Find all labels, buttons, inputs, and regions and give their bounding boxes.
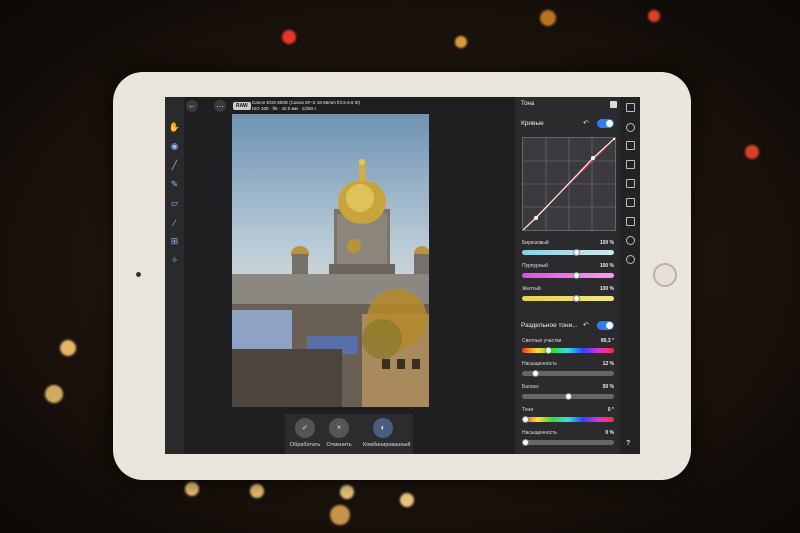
bokeh-light (330, 505, 350, 525)
slider-knob[interactable] (573, 295, 580, 302)
shadows-label: Тени (522, 407, 534, 413)
bokeh-light (60, 340, 76, 356)
back-button[interactable]: ← (186, 100, 198, 112)
image-icon[interactable] (626, 179, 635, 188)
eraser-icon[interactable]: ▱ (168, 197, 181, 210)
cyan-label: Бирюзовый (522, 240, 549, 246)
highlights-saturation-value: 12 % (602, 361, 614, 367)
tool-strip: ✋ ◉ ╱ ✎ ▱ ⁄ ⊞ ✧ (165, 97, 184, 454)
slider-knob[interactable] (573, 249, 580, 256)
magenta-slider[interactable] (522, 272, 614, 279)
curves-toggle[interactable] (597, 119, 614, 128)
slider-knob[interactable] (522, 439, 529, 446)
crop-square-icon[interactable] (626, 141, 635, 150)
cancel-label: Отменить (326, 442, 352, 448)
bokeh-light (185, 482, 199, 496)
grid-icon[interactable] (626, 160, 635, 169)
slider-knob[interactable] (532, 370, 540, 377)
shadows-saturation-value: 0 % (605, 430, 614, 436)
cathedral-photo (232, 114, 429, 407)
undo-icon[interactable]: ↶ (583, 119, 589, 127)
cancel-button[interactable]: × Отменить (319, 418, 359, 448)
bokeh-light (745, 145, 759, 159)
bokeh-light (455, 36, 467, 48)
camera-info-line2: ISO 100 · f/5 · 42.0 мм · 1/250 с (252, 106, 317, 111)
dropper-icon[interactable]: ⁄ (168, 216, 181, 229)
eye-icon[interactable]: ◉ (168, 140, 181, 153)
more-button[interactable]: … (214, 100, 226, 112)
highlights-saturation-label: Насыщенность (522, 361, 558, 367)
yellow-label: Желтый (522, 286, 541, 292)
balance-slider[interactable] (522, 393, 614, 400)
slider-knob[interactable] (573, 272, 580, 279)
top-bar: ← … RAW Canon EOS 600D (Canon EF-S 18-55… (184, 97, 514, 115)
photo-icon[interactable] (626, 198, 635, 207)
shadows-saturation-label: Насыщенность (522, 430, 558, 436)
app-screen: ✋ ◉ ╱ ✎ ▱ ⁄ ⊞ ✧ ← … RAW Canon EOS 600D (… (165, 97, 640, 454)
help-icon[interactable]: ? (626, 440, 630, 447)
bokeh-light (340, 485, 354, 499)
slider-knob[interactable] (544, 347, 552, 354)
curves-label: Кривые (521, 120, 544, 127)
blend-mode-button[interactable]: ◐ Комбинированный (363, 418, 411, 448)
highlights-saturation-slider[interactable] (522, 370, 614, 377)
split-toning-toggle[interactable] (597, 321, 614, 330)
bokeh-light (250, 484, 264, 498)
blend-mode-label: Комбинированный (363, 442, 411, 448)
hand-icon[interactable]: ✋ (168, 121, 181, 134)
slider-knob[interactable] (522, 416, 529, 423)
shadows-hue-slider[interactable] (522, 416, 614, 423)
magenta-label: Пурпурный (522, 263, 548, 269)
bokeh-light (400, 493, 414, 507)
camera-info: Canon EOS 600D (Canon EF-S 18-55mm f/3.5… (252, 100, 360, 112)
yellow-value: 100 % (599, 286, 614, 292)
panel-title: Тона (521, 101, 535, 107)
tones-panel: Тона Кривые ↶ Бирюзовый 100 % Пурпурный … (515, 97, 620, 454)
close-icon: × (329, 418, 349, 438)
highlights-label: Светлые участки (522, 338, 562, 344)
yellow-slider[interactable] (522, 295, 614, 302)
home-button[interactable] (653, 263, 677, 287)
curve-plot (522, 136, 617, 231)
highlights-value: 89,3 ° (600, 338, 614, 344)
studio-icon-strip: ? (620, 97, 640, 454)
balance-label: Баланс (522, 384, 540, 390)
shadows-value: 0 ° (607, 407, 614, 413)
cyan-value: 100 % (599, 240, 614, 246)
highlights-hue-slider[interactable] (522, 347, 614, 354)
sparkle-icon[interactable] (626, 236, 635, 245)
wand-icon[interactable]: ✧ (168, 254, 181, 267)
bokeh-light (540, 10, 556, 26)
shadows-saturation-slider[interactable] (522, 439, 614, 446)
more-icon: … (216, 100, 224, 109)
slider-knob[interactable] (564, 393, 572, 400)
cyan-slider[interactable] (522, 249, 614, 256)
bokeh-light (282, 30, 296, 44)
bottom-action-bar: ✓ Обработать × Отменить ◐ Комбинированны… (285, 414, 413, 454)
curves-graph[interactable] (522, 136, 617, 231)
blend-icon: ◐ (373, 418, 393, 438)
history-icon[interactable] (626, 255, 635, 264)
bokeh-light (45, 385, 63, 403)
photo-canvas[interactable] (232, 114, 429, 407)
raw-badge: RAW (233, 102, 251, 110)
balance-value: 50 % (602, 384, 614, 390)
arrow-left-icon: ← (188, 101, 196, 110)
split-toning-label: Раздельное тони... (521, 322, 578, 329)
bokeh-light (648, 10, 660, 22)
layers-icon[interactable] (626, 217, 635, 226)
panel-expand-icon[interactable] (626, 103, 635, 112)
crop-icon[interactable]: ⊞ (168, 235, 181, 248)
brush-mode-icon[interactable] (610, 101, 617, 108)
check-icon: ✓ (295, 418, 315, 438)
undo-icon[interactable]: ↶ (583, 321, 589, 329)
front-camera (136, 272, 141, 277)
pencil-icon[interactable]: ✎ (168, 178, 181, 191)
brush-icon[interactable]: ╱ (168, 159, 181, 172)
magenta-value: 100 % (599, 263, 614, 269)
tone-icon[interactable] (626, 123, 635, 132)
